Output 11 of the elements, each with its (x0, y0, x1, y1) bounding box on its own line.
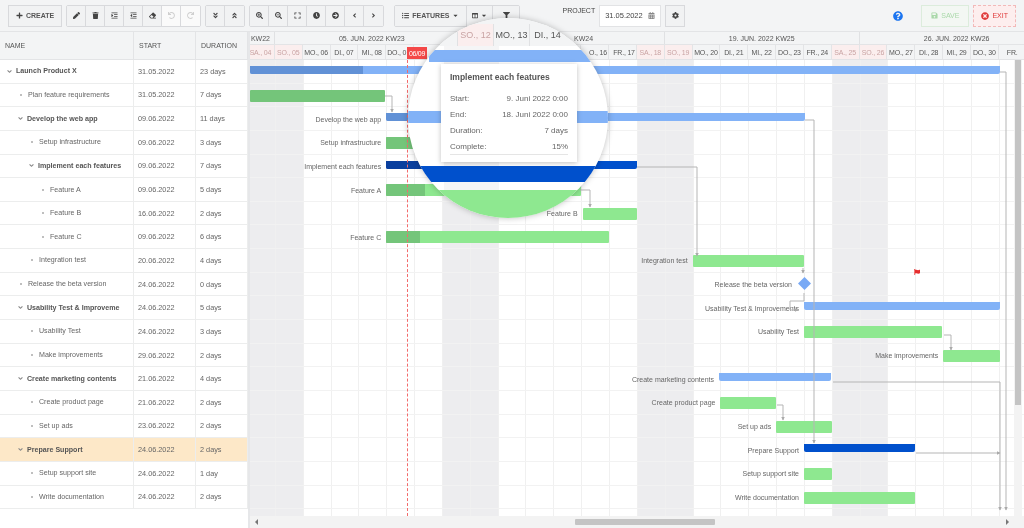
tooltip-title: Implement each features (450, 72, 551, 82)
day-header: SO., 12 (457, 24, 493, 46)
tooltip-value: 15% (552, 142, 568, 151)
tooltip-label: End: (450, 110, 467, 119)
day-header: MO., 13 (493, 24, 529, 46)
tooltip-label: Complete: (450, 142, 487, 151)
tooltip-label: Duration: (450, 126, 483, 135)
tooltip-value: 9. Juni 2022 0:00 (506, 94, 568, 103)
tooltip-label: Start: (450, 94, 470, 103)
tooltip-value: 18. Juni 2022 0:00 (502, 110, 568, 119)
tooltip-value: 7 days (544, 126, 568, 135)
